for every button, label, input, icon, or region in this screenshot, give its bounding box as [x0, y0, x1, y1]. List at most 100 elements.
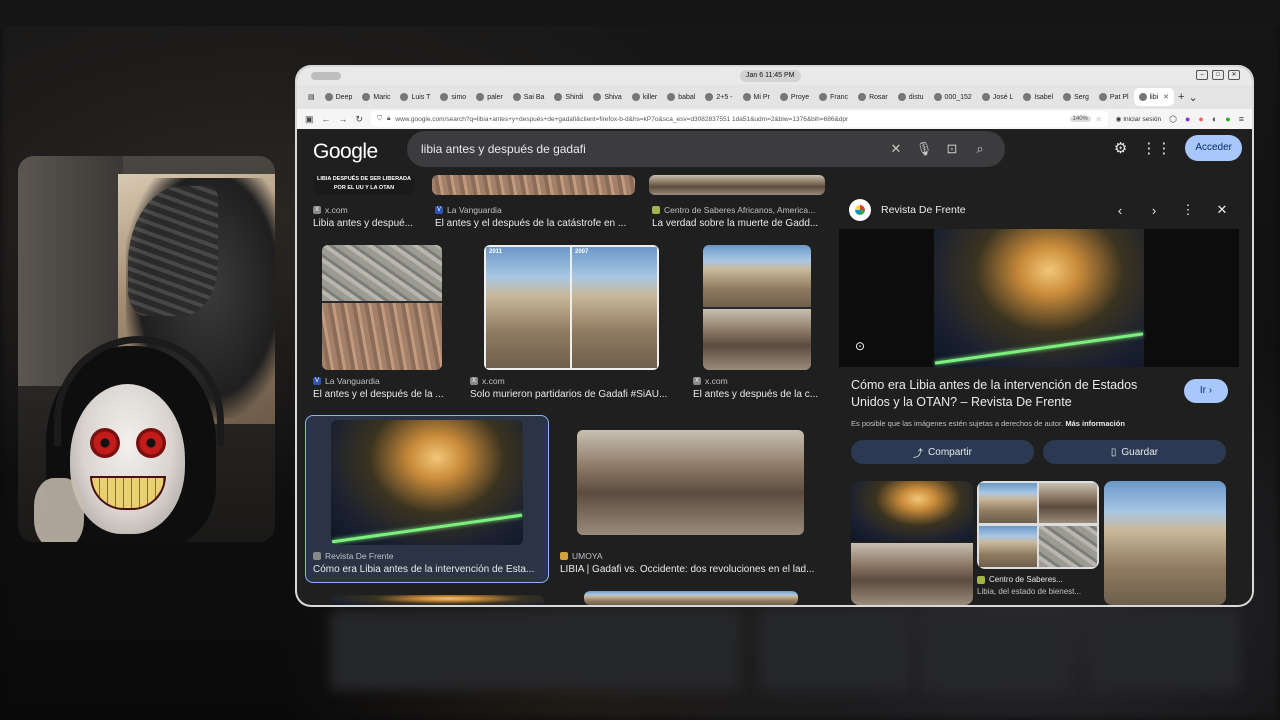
close-tab-icon[interactable]: ✕: [1163, 93, 1169, 101]
result-image[interactable]: [322, 245, 442, 370]
sign-in-button[interactable]: Acceder: [1185, 135, 1242, 161]
result-image[interactable]: [577, 430, 804, 535]
chevron-left-icon[interactable]: ‹: [1103, 203, 1137, 218]
tab-list-icon[interactable]: ▤: [303, 88, 320, 106]
extension-icon[interactable]: ●: [1185, 114, 1190, 124]
result-source[interactable]: Centro de Saberes Africanos, America...: [652, 205, 827, 215]
search-icon[interactable]: ⌕: [969, 141, 991, 157]
browser-tab[interactable]: Franc: [814, 88, 853, 106]
reload-icon[interactable]: ↻: [356, 114, 364, 125]
maximize-button[interactable]: □: [1212, 70, 1224, 80]
related-source[interactable]: Centro de Saberes...: [977, 575, 1063, 584]
panel-site-name[interactable]: Revista De Frente: [881, 204, 1103, 216]
result-source[interactable]: V La Vanguardia: [435, 205, 502, 215]
zoom-level[interactable]: 140%: [1069, 116, 1091, 122]
browser-tab[interactable]: Rosar: [853, 88, 893, 106]
camera-search-icon[interactable]: ⊙: [855, 339, 865, 353]
browser-tab[interactable]: Luis T: [395, 88, 435, 106]
browser-tab[interactable]: Shiva: [588, 88, 627, 106]
apps-grid-icon[interactable]: ⋮⋮: [1141, 139, 1171, 157]
forward-icon[interactable]: →: [339, 114, 348, 124]
browser-tab[interactable]: Pat Pl: [1094, 88, 1134, 106]
extension-icon[interactable]: ●: [1198, 114, 1203, 124]
result-title[interactable]: Libia antes y despué...: [313, 218, 423, 229]
browser-tab[interactable]: libi ✕: [1133, 88, 1175, 106]
bookmark-star-icon[interactable]: ☆: [1096, 115, 1102, 123]
more-info-link[interactable]: Más información: [1065, 419, 1125, 428]
shield-icon[interactable]: ⛉: [377, 115, 382, 123]
related-image[interactable]: [1104, 481, 1226, 605]
result-title[interactable]: LIBIA | Gadafi vs. Occidente: dos revolu…: [560, 564, 818, 575]
activities-indicator[interactable]: [311, 72, 341, 80]
camera-search-icon[interactable]: ⊡: [941, 141, 963, 157]
related-image[interactable]: [977, 481, 1099, 569]
account-button[interactable]: ◉ Iniciar sesión: [1116, 115, 1161, 123]
preview-title[interactable]: Cómo era Libia antes de la intervención …: [851, 377, 1171, 411]
browser-tab[interactable]: 2+5 -: [700, 88, 737, 106]
tab-overflow-icon[interactable]: ⌄: [1188, 91, 1197, 104]
lock-icon[interactable]: 🔒︎: [387, 115, 390, 123]
back-icon[interactable]: ←: [322, 114, 331, 124]
result-title[interactable]: Solo murieron partidarios de Gadafi #SiA…: [470, 389, 674, 400]
browser-tab[interactable]: simo: [435, 88, 471, 106]
browser-tab[interactable]: 000_152: [929, 88, 977, 106]
result-source[interactable]: Xx.com: [313, 205, 348, 215]
result-source[interactable]: V La Vanguardia: [313, 376, 380, 386]
result-title[interactable]: El antes y el después de la catástrofe e…: [435, 218, 635, 229]
browser-tab[interactable]: José L: [977, 88, 1019, 106]
result-title[interactable]: La verdad sobre la muerte de Gadd...: [652, 218, 824, 229]
address-bar[interactable]: ⛉ 🔒︎ www.google.com/search?q=libia+antes…: [371, 111, 1108, 127]
extension-icon[interactable]: ⬡: [1169, 114, 1177, 125]
result-source[interactable]: Revista De Frente: [313, 551, 394, 561]
result-source[interactable]: Xx.com: [470, 376, 505, 386]
google-logo[interactable]: Google: [313, 140, 408, 164]
minimize-button[interactable]: –: [1196, 70, 1208, 80]
browser-tab[interactable]: Maric: [357, 88, 395, 106]
browser-tab[interactable]: Serg: [1058, 88, 1094, 106]
search-input[interactable]: libia antes y después de gadafi: [421, 142, 879, 156]
related-title[interactable]: Libia, del estado de bienest...: [977, 587, 1081, 596]
extension-icon[interactable]: ◐: [1212, 114, 1217, 124]
share-button[interactable]: ⤴ Compartir: [851, 440, 1034, 464]
result-image[interactable]: [332, 595, 544, 605]
result-image[interactable]: [584, 591, 798, 605]
result-source[interactable]: Xx.com: [693, 376, 728, 386]
browser-tab[interactable]: Sai Ba: [508, 88, 550, 106]
browser-tab[interactable]: killer: [627, 88, 662, 106]
more-options-icon[interactable]: ⋮: [1171, 202, 1205, 218]
browser-tab[interactable]: distu: [893, 88, 929, 106]
result-source[interactable]: UMOYA: [560, 551, 603, 561]
close-icon[interactable]: ✕: [885, 141, 907, 157]
browser-tab[interactable]: Mi Pr: [738, 88, 775, 106]
result-image[interactable]: [331, 420, 523, 545]
result-title[interactable]: El antes y el después de la ...: [313, 389, 451, 400]
search-box[interactable]: libia antes y después de gadafi ✕ 🎙︎ ⊡ ⌕: [407, 131, 1005, 167]
browser-tab[interactable]: paler: [471, 88, 508, 106]
related-image[interactable]: [851, 481, 973, 605]
result-image[interactable]: [649, 175, 825, 195]
save-button[interactable]: ▯ Guardar: [1043, 440, 1226, 464]
chevron-right-icon[interactable]: ›: [1137, 203, 1171, 218]
browser-tab[interactable]: Isabel: [1018, 88, 1058, 106]
browser-tab[interactable]: babal: [662, 88, 700, 106]
result-image[interactable]: 2011 2007: [484, 245, 659, 370]
close-window-button[interactable]: ✕: [1228, 70, 1240, 80]
system-clock[interactable]: Jan 6 11:45 PM: [740, 70, 801, 82]
result-title[interactable]: El antes y después de la c...: [693, 389, 821, 400]
result-image[interactable]: [703, 245, 811, 370]
new-tab-icon[interactable]: +: [1178, 91, 1184, 103]
result-image[interactable]: LIBIA DESPUÉS DE SER LIBERADA POR EL UU …: [313, 175, 415, 195]
menu-icon[interactable]: ≡: [1239, 114, 1244, 124]
preview-image[interactable]: [934, 229, 1144, 367]
browser-tab[interactable]: Shirdi: [549, 88, 588, 106]
result-title[interactable]: Cómo era Libia antes de la intervención …: [313, 564, 538, 575]
browser-tab[interactable]: Deep: [320, 88, 358, 106]
sidebar-toggle-icon[interactable]: ▣: [305, 114, 314, 125]
close-icon[interactable]: ✕: [1205, 202, 1239, 218]
extension-icon[interactable]: ●: [1225, 114, 1230, 124]
gear-icon[interactable]: ⚙: [1114, 139, 1127, 157]
browser-tab[interactable]: Proye: [775, 88, 814, 106]
microphone-icon[interactable]: 🎙︎: [913, 141, 935, 157]
result-image[interactable]: [432, 175, 635, 195]
visit-button[interactable]: Ir ›: [1184, 379, 1228, 403]
